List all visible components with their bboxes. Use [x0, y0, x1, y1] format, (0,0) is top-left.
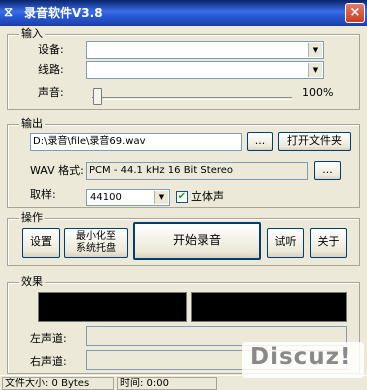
- operations-group-label: 操作: [19, 211, 45, 224]
- checkmark-icon: ✔: [177, 191, 187, 202]
- mixer-app-icon: ⧖: [4, 5, 14, 20]
- right-channel-label: 右声道:: [30, 355, 67, 368]
- time-status: 时间: 0:00: [117, 377, 217, 390]
- line-select[interactable]: ▼: [86, 61, 324, 79]
- stereo-checkbox[interactable]: ✔: [176, 191, 188, 203]
- chevron-down-icon[interactable]: ▼: [308, 43, 322, 57]
- volume-slider-track[interactable]: [92, 97, 292, 100]
- file-size-status: 文件大小: 0 Bytes: [2, 377, 114, 390]
- title-bar[interactable]: ⧖ 录音软件V3.8 ×: [0, 0, 367, 26]
- sample-rate-label: 取样:: [30, 188, 56, 201]
- minimize-to-tray-button[interactable]: 最小化至 系统托盘: [64, 228, 128, 258]
- device-select[interactable]: ▼: [86, 41, 324, 59]
- start-record-button[interactable]: 开始录音: [133, 222, 261, 260]
- watermark-logo: Discuz!: [250, 344, 352, 370]
- chevron-down-icon[interactable]: ▼: [154, 191, 168, 204]
- output-group-label: 输出: [19, 117, 45, 130]
- about-button[interactable]: 关于: [310, 228, 347, 258]
- window-title: 录音软件V3.8: [24, 6, 103, 20]
- stereo-label: 立体声: [191, 190, 224, 203]
- sample-rate-select[interactable]: 44100 ▼: [86, 189, 170, 206]
- volume-percent: 100%: [302, 86, 334, 99]
- wav-format-field: PCM - 44.1 kHz 16 Bit Stereo: [86, 162, 308, 180]
- input-group-label: 输入: [19, 27, 45, 40]
- volume-slider-thumb[interactable]: [93, 88, 102, 105]
- line-label: 线路:: [38, 63, 64, 76]
- close-button[interactable]: ×: [345, 3, 365, 23]
- open-folder-button[interactable]: 打开文件夹: [278, 132, 351, 151]
- sample-rate-value: 44100: [90, 192, 122, 203]
- minimize-to-tray-label: 最小化至 系统托盘: [76, 231, 116, 254]
- right-spectrum-display: [191, 292, 347, 322]
- left-channel-label: 左声道:: [30, 332, 67, 345]
- chevron-down-icon[interactable]: ▼: [308, 63, 322, 77]
- left-spectrum-display: [38, 292, 187, 322]
- output-path-field[interactable]: D:\录音\file\录音69.wav: [30, 133, 242, 151]
- device-label: 设备:: [38, 43, 64, 56]
- settings-button[interactable]: 设置: [22, 228, 60, 258]
- wav-format-button[interactable]: ...: [314, 161, 341, 180]
- effects-group-label: 效果: [19, 275, 45, 288]
- browse-path-button[interactable]: ...: [247, 132, 273, 151]
- listen-button[interactable]: 试听: [267, 228, 304, 258]
- volume-label: 声音:: [38, 86, 64, 99]
- wav-format-label: WAV 格式:: [30, 164, 84, 177]
